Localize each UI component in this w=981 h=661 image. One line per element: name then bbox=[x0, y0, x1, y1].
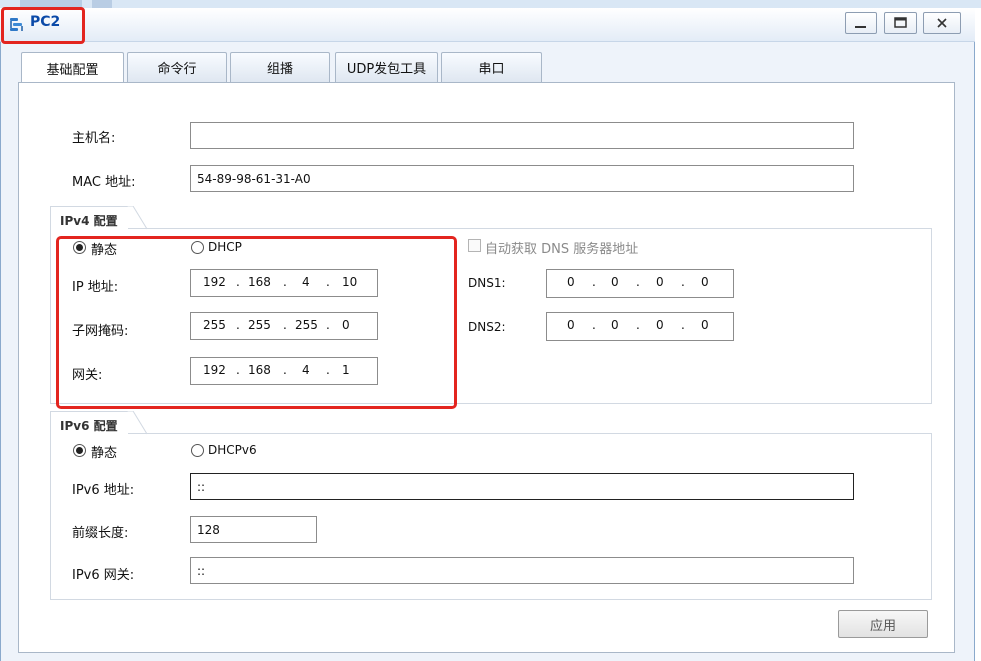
section-tab-edge bbox=[127, 206, 147, 230]
ipv6-static-label: 静态 bbox=[91, 446, 118, 461]
title-highlight-box bbox=[1, 7, 85, 44]
maximize-button[interactable] bbox=[884, 12, 917, 34]
dns1-octet: 0 bbox=[701, 275, 709, 289]
dns1-input[interactable]: 0 . 0 . 0 . 0 bbox=[546, 269, 734, 298]
dns1-dot: . bbox=[681, 275, 685, 289]
minimize-icon bbox=[855, 26, 866, 28]
dns2-octet: 0 bbox=[567, 318, 575, 332]
hostname-input[interactable] bbox=[190, 122, 854, 149]
tab-multicast[interactable]: 组播 bbox=[230, 52, 330, 82]
maximize-icon bbox=[894, 17, 907, 28]
ipv6-gateway-input[interactable]: :: bbox=[190, 557, 854, 584]
dns1-dot: . bbox=[636, 275, 640, 289]
ipv4-highlight-box bbox=[56, 236, 457, 409]
dns2-dot: . bbox=[636, 318, 640, 332]
dns2-input[interactable]: 0 . 0 . 0 . 0 bbox=[546, 312, 734, 341]
mac-address-field[interactable]: 54-89-98-61-31-A0 bbox=[190, 165, 854, 192]
ipv6-gateway-label: IPv6 网关: bbox=[72, 568, 135, 583]
dns1-octet: 0 bbox=[656, 275, 664, 289]
close-icon bbox=[937, 18, 947, 28]
mac-label: MAC 地址: bbox=[72, 175, 136, 190]
ipv6-static-radio[interactable] bbox=[73, 444, 86, 457]
dns2-octet: 0 bbox=[611, 318, 619, 332]
dns1-label: DNS1: bbox=[468, 276, 506, 290]
dns1-octet: 0 bbox=[567, 275, 575, 289]
auto-dns-checkbox[interactable] bbox=[468, 239, 481, 252]
tab-command-line[interactable]: 命令行 bbox=[127, 52, 227, 82]
dns2-dot: . bbox=[681, 318, 685, 332]
tab-basic-config[interactable]: 基础配置 bbox=[21, 52, 124, 83]
prefix-length-input[interactable]: 128 bbox=[190, 516, 317, 543]
minimize-button[interactable] bbox=[845, 12, 877, 34]
auto-dns-label: 自动获取 DNS 服务器地址 bbox=[485, 242, 639, 257]
ipv6-address-input[interactable]: :: bbox=[190, 473, 854, 500]
background-strip bbox=[0, 0, 981, 8]
dns2-label: DNS2: bbox=[468, 320, 506, 334]
tab-serial[interactable]: 串口 bbox=[441, 52, 542, 82]
ipv4-section-title: IPv4 配置 bbox=[50, 206, 128, 230]
dns1-octet: 0 bbox=[611, 275, 619, 289]
dns1-dot: . bbox=[592, 275, 596, 289]
tab-udp-tool[interactable]: UDP发包工具 bbox=[335, 52, 438, 82]
hostname-label: 主机名: bbox=[72, 131, 116, 146]
dns2-octet: 0 bbox=[656, 318, 664, 332]
title-bar[interactable] bbox=[0, 8, 975, 42]
ipv6-address-label: IPv6 地址: bbox=[72, 483, 135, 498]
background-tab bbox=[92, 0, 112, 8]
section-tab-edge bbox=[127, 411, 147, 435]
close-button[interactable] bbox=[923, 12, 961, 34]
ipv6-dhcp-radio[interactable] bbox=[191, 444, 204, 457]
ipv6-section-title: IPv6 配置 bbox=[50, 411, 128, 435]
prefix-length-label: 前缀长度: bbox=[72, 526, 129, 541]
apply-button[interactable]: 应用 bbox=[838, 610, 928, 638]
dns2-octet: 0 bbox=[701, 318, 709, 332]
ipv6-dhcp-label: DHCPv6 bbox=[208, 443, 257, 457]
dns2-dot: . bbox=[592, 318, 596, 332]
